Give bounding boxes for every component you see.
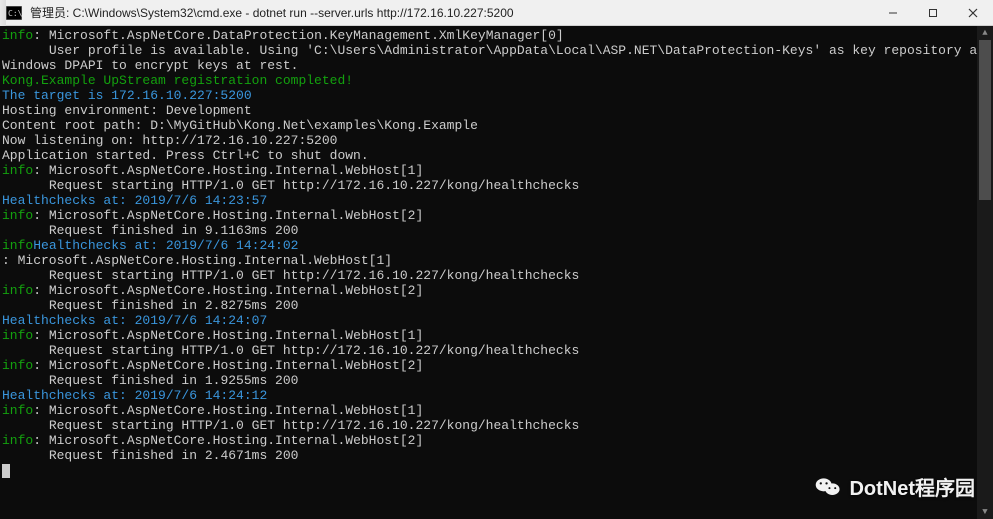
console-segment: Request finished in 9.1163ms 200 [2, 223, 298, 238]
console-segment: Request finished in 1.9255ms 200 [2, 373, 298, 388]
watermark-text: DotNet程序园 [849, 472, 975, 501]
console-segment: : Microsoft.AspNetCore.Hosting.Internal.… [2, 253, 392, 268]
console-segment: : Microsoft.AspNetCore.Hosting.Internal.… [33, 328, 423, 343]
console-segment: info [2, 433, 33, 448]
console-segment: Healthchecks at: 2019/7/6 14:24:02 [33, 238, 298, 253]
console-segment: : Microsoft.AspNetCore.Hosting.Internal.… [33, 433, 423, 448]
console-segment: Application started. Press Ctrl+C to shu… [2, 148, 369, 163]
console-line: Healthchecks at: 2019/7/6 14:24:12 [0, 388, 993, 403]
console-segment: info [2, 328, 33, 343]
cursor [2, 464, 10, 478]
console-segment: info [2, 163, 33, 178]
console-line: Kong.Example UpStream registration compl… [0, 73, 993, 88]
console-output[interactable]: info: Microsoft.AspNetCore.DataProtectio… [0, 26, 993, 519]
watermark: DotNet程序园 [815, 472, 975, 501]
titlebar[interactable]: C:\ 管理员: C:\Windows\System32\cmd.exe - d… [0, 0, 993, 26]
console-segment: info [2, 403, 33, 418]
console-line: Request finished in 2.4671ms 200 [0, 448, 993, 463]
console-segment: Request finished in 2.4671ms 200 [2, 448, 298, 463]
console-line: Now listening on: http://172.16.10.227:5… [0, 133, 993, 148]
console-segment: Hosting environment: Development [2, 103, 252, 118]
console-segment: : Microsoft.AspNetCore.Hosting.Internal.… [33, 403, 423, 418]
console-segment: info [2, 208, 33, 223]
console-segment: : Microsoft.AspNetCore.Hosting.Internal.… [33, 358, 423, 373]
svg-text:C:\: C:\ [8, 9, 22, 18]
console-line: info: Microsoft.AspNetCore.Hosting.Inter… [0, 358, 993, 373]
console-segment: : Microsoft.AspNetCore.Hosting.Internal.… [33, 163, 423, 178]
console-line: Application started. Press Ctrl+C to shu… [0, 148, 993, 163]
console-segment: Request starting HTTP/1.0 GET http://172… [2, 178, 579, 193]
console-segment: Request starting HTTP/1.0 GET http://172… [2, 343, 579, 358]
minimize-button[interactable] [873, 0, 913, 25]
console-segment: Request starting HTTP/1.0 GET http://172… [2, 268, 579, 283]
console-line: info: Microsoft.AspNetCore.Hosting.Inter… [0, 163, 993, 178]
maximize-button[interactable] [913, 0, 953, 25]
console-line: Request starting HTTP/1.0 GET http://172… [0, 418, 993, 433]
console-segment: Kong.Example UpStream registration compl… [2, 73, 353, 88]
console-segment: Healthchecks at: 2019/7/6 14:24:07 [2, 313, 267, 328]
window-controls [873, 0, 993, 25]
console-line: Content root path: D:\MyGitHub\Kong.Net\… [0, 118, 993, 133]
console-segment: User profile is available. Using 'C:\Use… [2, 43, 993, 73]
console-segment: : Microsoft.AspNetCore.DataProtection.Ke… [33, 28, 564, 43]
console-line: info: Microsoft.AspNetCore.Hosting.Inter… [0, 208, 993, 223]
console-segment: : Microsoft.AspNetCore.Hosting.Internal.… [33, 283, 423, 298]
console-segment: Request starting HTTP/1.0 GET http://172… [2, 418, 579, 433]
console-line: Hosting environment: Development [0, 103, 993, 118]
console-segment: Now listening on: http://172.16.10.227:5… [2, 133, 337, 148]
console-line: info: Microsoft.AspNetCore.DataProtectio… [0, 28, 993, 43]
console-line: Request finished in 1.9255ms 200 [0, 373, 993, 388]
window-title: 管理员: C:\Windows\System32\cmd.exe - dotne… [30, 4, 873, 21]
scroll-up-arrow[interactable]: ▲ [977, 26, 993, 40]
console-line: Request finished in 9.1163ms 200 [0, 223, 993, 238]
console-line: Request finished in 2.8275ms 200 [0, 298, 993, 313]
cmd-window: C:\ 管理员: C:\Windows\System32\cmd.exe - d… [0, 0, 993, 519]
console-segment: info [2, 283, 33, 298]
cmd-icon: C:\ [4, 5, 24, 21]
scroll-down-arrow[interactable]: ▼ [977, 505, 993, 519]
console-segment: : Microsoft.AspNetCore.Hosting.Internal.… [33, 208, 423, 223]
console-segment: info [2, 358, 33, 373]
console-line: Request starting HTTP/1.0 GET http://172… [0, 268, 993, 283]
console-line: infoHealthchecks at: 2019/7/6 14:24:02 [0, 238, 993, 253]
console-segment: Healthchecks at: 2019/7/6 14:24:12 [2, 388, 267, 403]
vertical-scrollbar[interactable]: ▲ ▼ [977, 26, 993, 519]
console-segment: Healthchecks at: 2019/7/6 14:23:57 [2, 193, 267, 208]
console-line: User profile is available. Using 'C:\Use… [0, 43, 993, 73]
console-segment: Request finished in 2.8275ms 200 [2, 298, 298, 313]
console-line: info: Microsoft.AspNetCore.Hosting.Inter… [0, 283, 993, 298]
console-line: info: Microsoft.AspNetCore.Hosting.Inter… [0, 328, 993, 343]
console-line: Request starting HTTP/1.0 GET http://172… [0, 178, 993, 193]
console-line: : Microsoft.AspNetCore.Hosting.Internal.… [0, 253, 993, 268]
console-line: Request starting HTTP/1.0 GET http://172… [0, 343, 993, 358]
console-line: Healthchecks at: 2019/7/6 14:23:57 [0, 193, 993, 208]
console-line: info: Microsoft.AspNetCore.Hosting.Inter… [0, 403, 993, 418]
console-line: The target is 172.16.10.227:5200 [0, 88, 993, 103]
console-segment: info [2, 28, 33, 43]
console-segment: info [2, 238, 33, 253]
console-segment: Content root path: D:\MyGitHub\Kong.Net\… [2, 118, 478, 133]
wechat-icon [815, 476, 841, 498]
scroll-thumb[interactable] [979, 40, 991, 200]
console-segment: The target is 172.16.10.227:5200 [2, 88, 252, 103]
close-button[interactable] [953, 0, 993, 25]
console-line: Healthchecks at: 2019/7/6 14:24:07 [0, 313, 993, 328]
console-line: info: Microsoft.AspNetCore.Hosting.Inter… [0, 433, 993, 448]
